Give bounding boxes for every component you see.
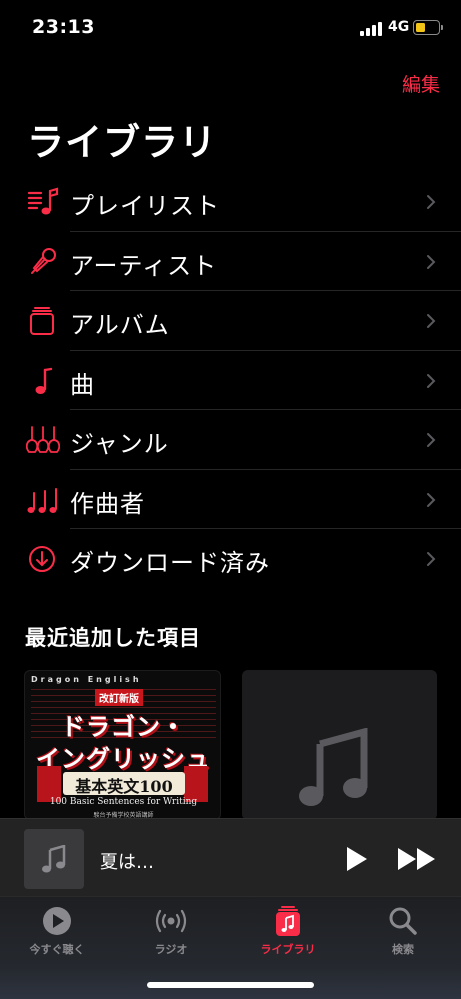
- chevron-right-icon: [427, 314, 436, 328]
- album-tile-placeholder[interactable]: [242, 670, 437, 820]
- network-type: 4G: [388, 19, 410, 35]
- album-badge: 改訂新版: [95, 689, 143, 706]
- library-menu: プレイリスト アーティスト アルバム 曲 ジャンル 作曲者 ダウンロード済み: [0, 172, 461, 589]
- radio-icon: [155, 909, 187, 933]
- album-series: Dragon English: [31, 675, 142, 684]
- menu-item-artists[interactable]: アーティスト: [0, 232, 461, 291]
- album-stack-icon: [30, 307, 54, 335]
- mini-player[interactable]: 夏は…: [0, 818, 461, 896]
- search-icon: [389, 907, 417, 935]
- recently-added-heading: 最近追加した項目: [25, 626, 201, 650]
- chevron-right-icon: [427, 552, 436, 566]
- chevron-right-icon: [427, 373, 436, 388]
- menu-item-label: アーティスト: [70, 251, 218, 280]
- library-icon: [276, 906, 300, 936]
- tab-search[interactable]: 検索: [348, 905, 458, 965]
- album-subtitle: 100 Basic Sentences for Writing: [49, 797, 198, 807]
- tab-library[interactable]: ライブラリ: [233, 905, 343, 965]
- music-note-icon: [42, 845, 66, 873]
- play-circle-icon: [43, 907, 71, 935]
- menu-item-label: ジャンル: [70, 430, 169, 458]
- music-note-icon: [35, 367, 53, 394]
- album-title-line1: ドラゴン・: [61, 713, 186, 741]
- edit-button[interactable]: 編集: [402, 70, 440, 97]
- playlist-icon: [27, 187, 59, 215]
- chevron-right-icon: [427, 254, 436, 269]
- now-playing-title: 夏は…: [100, 852, 154, 873]
- fast-forward-button[interactable]: [397, 847, 437, 871]
- download-circle-icon: [29, 546, 55, 572]
- menu-item-downloaded[interactable]: ダウンロード済み: [0, 529, 461, 589]
- microphone-icon: [31, 247, 56, 274]
- guitars-icon: [26, 426, 60, 453]
- menu-item-label: 曲: [70, 370, 95, 399]
- album-tile-dragon-english[interactable]: Dragon English 改訂新版 ドラゴン・ イングリッシュ 基本英文10…: [24, 670, 221, 820]
- cellular-signal-icon: [360, 22, 384, 36]
- status-time: 23:13: [32, 16, 95, 38]
- battery-level: [416, 23, 425, 32]
- chevron-right-icon: [427, 492, 436, 507]
- menu-item-label: ダウンロード済み: [70, 549, 270, 577]
- menu-item-label: 作曲者: [70, 489, 145, 518]
- tab-label: ライブラリ: [260, 943, 316, 956]
- menu-item-composers[interactable]: 作曲者: [0, 470, 461, 529]
- chevron-right-icon: [427, 433, 436, 447]
- music-note-placeholder-icon: [299, 728, 368, 806]
- page-title: ライブラリ: [27, 121, 217, 164]
- menu-item-albums[interactable]: アルバム: [0, 291, 461, 351]
- album-band-text: 基本英文100: [75, 777, 173, 796]
- status-bar: 23:13 4G: [0, 0, 461, 52]
- tab-listen-now[interactable]: 今すぐ聴く: [2, 905, 112, 965]
- menu-item-genres[interactable]: ジャンル: [0, 410, 461, 470]
- tab-label: ラジオ: [154, 943, 188, 956]
- now-playing-artwork: [24, 829, 84, 889]
- tab-label: 検索: [392, 943, 414, 956]
- menu-item-songs[interactable]: 曲: [0, 351, 461, 410]
- battery-icon: [413, 20, 443, 35]
- menu-item-label: プレイリスト: [70, 192, 220, 220]
- home-indicator[interactable]: [147, 982, 314, 988]
- chevron-right-icon: [427, 195, 436, 209]
- tab-label: 今すぐ聴く: [29, 943, 85, 956]
- tab-radio[interactable]: ラジオ: [116, 905, 226, 965]
- menu-item-label: アルバム: [70, 311, 170, 339]
- menu-item-playlists[interactable]: プレイリスト: [0, 172, 461, 232]
- music-notes-icon: [27, 487, 57, 513]
- play-button[interactable]: [344, 846, 368, 872]
